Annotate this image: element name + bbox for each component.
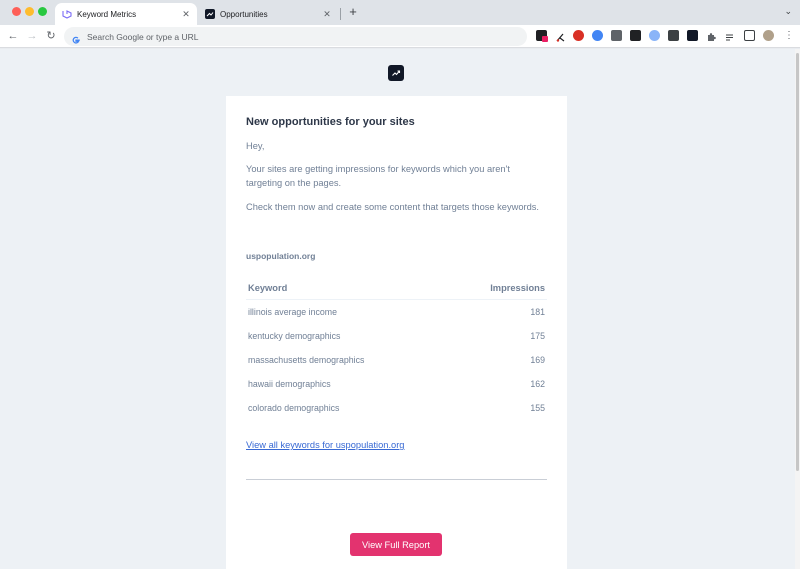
back-button[interactable]: ← xyxy=(6,29,20,43)
minimize-window-button[interactable] xyxy=(25,7,34,16)
tab-opportunities[interactable]: Opportunities ✕ xyxy=(198,3,338,25)
tab-title: Opportunities xyxy=(220,9,268,19)
divider xyxy=(246,479,547,480)
table-header: Keyword Impressions xyxy=(246,276,547,300)
impressions-column-header: Impressions xyxy=(490,282,545,293)
g-icon[interactable] xyxy=(649,30,660,41)
zoom-window-button[interactable] xyxy=(38,7,47,16)
close-tab-icon[interactable]: ✕ xyxy=(321,9,333,20)
page-viewport: New opportunities for your sites Hey, Yo… xyxy=(0,49,795,569)
browser-toolbar: ← → ↻ ⋮ xyxy=(0,25,800,48)
scrollbar-thumb[interactable] xyxy=(796,53,799,471)
puzzle-icon[interactable] xyxy=(706,30,717,41)
keyword-cell: hawaii demographics xyxy=(248,379,331,389)
camera-icon[interactable] xyxy=(592,30,603,41)
site-name: uspopulation.org xyxy=(246,251,316,261)
laravel-icon xyxy=(62,9,72,19)
keyword-cell: kentucky demographics xyxy=(248,331,341,341)
keyword-cell: illinois average income xyxy=(248,307,337,317)
cut-icon[interactable] xyxy=(555,30,566,42)
impressions-cell: 155 xyxy=(530,403,545,413)
extension-badge xyxy=(542,36,548,42)
cta-paragraph: Check them now and create some content t… xyxy=(246,202,540,212)
forward-button[interactable]: → xyxy=(25,29,39,43)
table-row: massachusetts demographics 169 xyxy=(246,348,547,372)
table-row: hawaii demographics 162 xyxy=(246,372,547,396)
intro-paragraph: Your sites are getting impressions for k… xyxy=(246,164,510,188)
impressions-cell: 175 xyxy=(530,331,545,341)
table-row: colorado demographics 155 xyxy=(246,396,547,420)
table-row: illinois average income 181 xyxy=(246,300,547,324)
grid-icon[interactable] xyxy=(611,30,622,41)
keyword-column-header: Keyword xyxy=(248,282,288,293)
impressions-cell: 169 xyxy=(530,355,545,365)
address-bar[interactable] xyxy=(64,27,527,46)
tab-search-icon[interactable]: ⌄ xyxy=(784,6,792,17)
block-icon[interactable] xyxy=(573,30,584,41)
close-tab-icon[interactable]: ✕ xyxy=(180,9,192,20)
page-scrollbar[interactable] xyxy=(795,49,800,569)
new-tab-button[interactable]: + xyxy=(346,5,360,19)
profile-avatar[interactable] xyxy=(763,30,774,41)
email-heading: New opportunities for your sites xyxy=(246,116,415,128)
keyword-cell: massachusetts demographics xyxy=(248,355,365,365)
reading-list-icon[interactable] xyxy=(725,30,736,41)
reload-button[interactable]: ↻ xyxy=(44,29,58,43)
email-card: New opportunities for your sites Hey, Yo… xyxy=(226,96,567,569)
view-full-report-button[interactable]: View Full Report xyxy=(350,533,442,556)
impressions-cell: 162 xyxy=(530,379,545,389)
d-icon[interactable] xyxy=(630,30,641,41)
trend-icon[interactable] xyxy=(687,30,698,41)
keyword-cell: colorado demographics xyxy=(248,403,340,413)
app-logo-icon xyxy=(388,65,404,81)
greeting-text: Hey, xyxy=(246,141,265,151)
close-window-button[interactable] xyxy=(12,7,21,16)
tab-keyword-metrics[interactable]: Keyword Metrics ✕ xyxy=(55,3,197,25)
keyword-table: Keyword Impressions illinois average inc… xyxy=(246,276,547,420)
sidebar-icon[interactable] xyxy=(744,30,755,41)
google-icon xyxy=(71,32,81,44)
tab-separator xyxy=(340,8,341,20)
meter-icon[interactable] xyxy=(668,30,679,41)
impressions-cell: 181 xyxy=(530,307,545,317)
search-input[interactable] xyxy=(87,31,487,42)
table-row: kentucky demographics 175 xyxy=(246,324,547,348)
view-all-keywords-link[interactable]: View all keywords for uspopulation.org xyxy=(246,440,404,450)
trend-icon xyxy=(205,9,215,19)
tab-title: Keyword Metrics xyxy=(77,9,137,19)
browser-menu-button[interactable]: ⋮ xyxy=(782,29,796,43)
tab-strip: Keyword Metrics ✕ Opportunities ✕ + ⌄ xyxy=(0,0,800,25)
